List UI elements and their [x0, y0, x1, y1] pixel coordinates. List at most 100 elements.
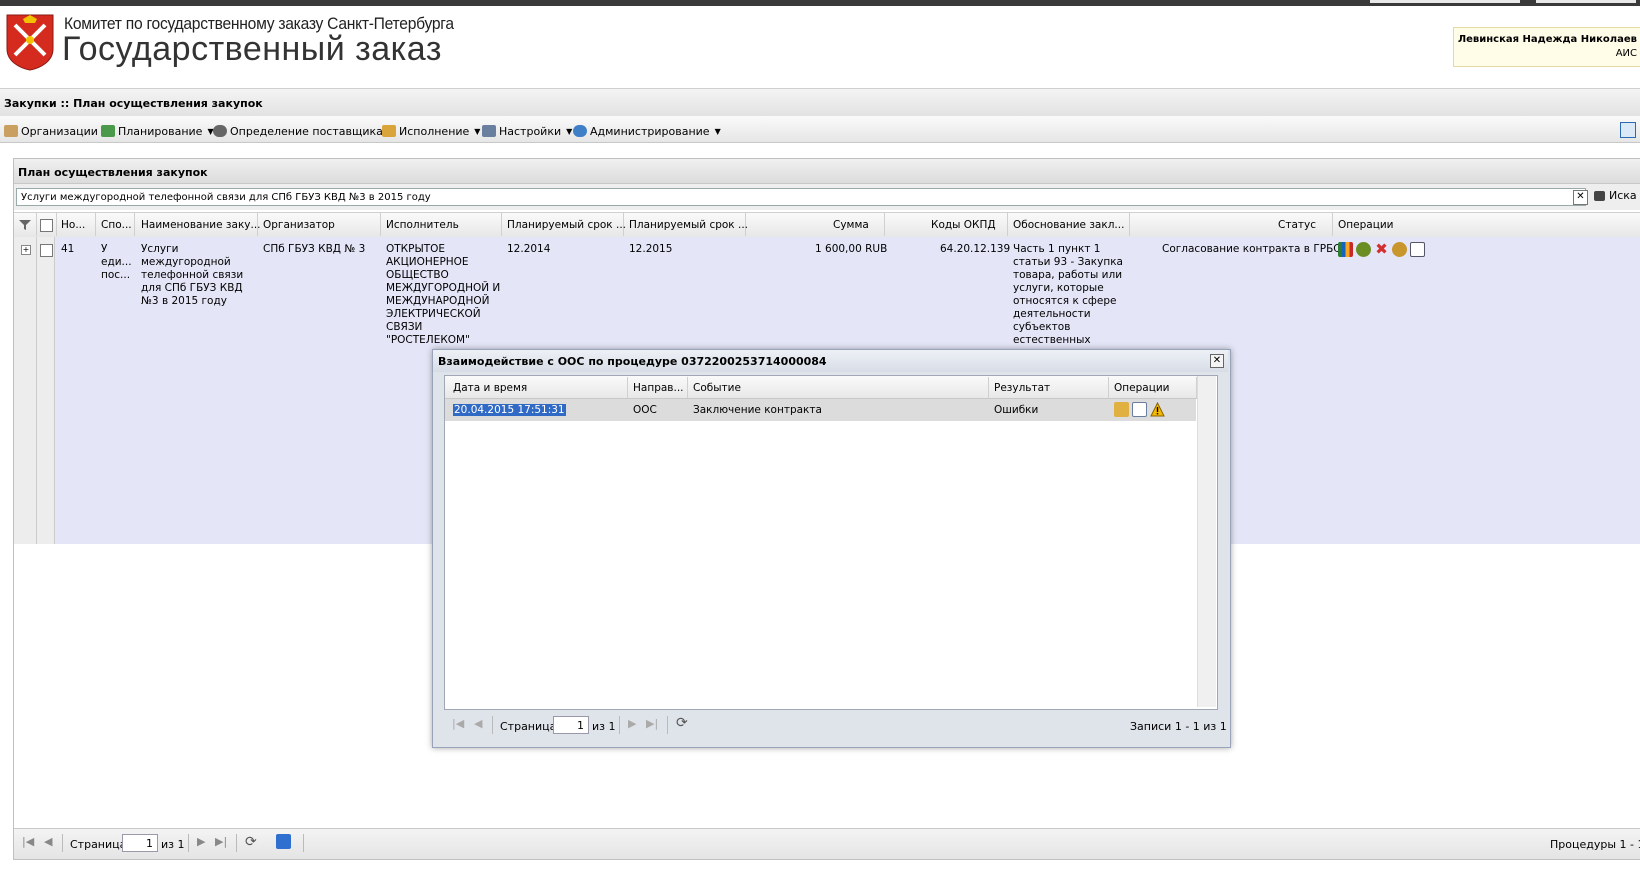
refresh-icon[interactable]: ⟳ — [676, 715, 688, 731]
menu-settings-label: Настройки — [499, 124, 562, 138]
pager-summary: Процедуры 1 - 1 и — [1550, 838, 1640, 851]
col-header-status[interactable]: Статус — [1278, 219, 1316, 231]
cell-name-line: Услуги — [141, 243, 179, 255]
search-button-label: Иска — [1609, 189, 1637, 202]
expand-icon[interactable]: + — [21, 245, 31, 255]
menu-planning[interactable]: Планирование ▼ — [101, 123, 214, 139]
modal-col-ops[interactable]: Операции — [1114, 382, 1169, 394]
col-header-plan-end[interactable]: Планируемый срок ... — [629, 219, 748, 231]
col-separator — [1332, 213, 1333, 236]
top-strip — [0, 0, 1640, 6]
close-icon[interactable]: ✕ — [1210, 354, 1224, 368]
pager-page-input[interactable] — [122, 834, 158, 852]
select-all-checkbox[interactable] — [40, 219, 53, 232]
cell-basis-line: естественных — [1013, 334, 1091, 346]
filter-icon[interactable] — [19, 219, 31, 231]
cell-operations: ✖ — [1338, 242, 1428, 257]
cell-organizer: СПб ГБУЗ КВД № 3 — [263, 243, 366, 255]
col-header-executor[interactable]: Исполнитель — [386, 219, 459, 231]
cell-executor-line: ОБЩЕСТВО — [386, 269, 449, 281]
delete-icon[interactable]: ✖ — [1374, 242, 1389, 257]
modal-title: Взаимодействие с ООС по процедуре 037220… — [438, 355, 827, 368]
search-button[interactable]: Иска — [1594, 189, 1637, 202]
menu-organizations[interactable]: Организации▼ — [4, 123, 109, 139]
modal-pager-of-label: из 1 — [592, 720, 616, 733]
row-checkbox[interactable] — [40, 244, 53, 257]
col-header-sum[interactable]: Сумма — [833, 219, 869, 231]
next-page-icon[interactable]: ▶ — [197, 835, 205, 848]
folder-icon — [4, 125, 18, 137]
emblem-icon[interactable] — [1392, 242, 1407, 257]
warning-icon[interactable] — [1150, 401, 1165, 417]
pager-separator — [619, 716, 620, 734]
pager-of-label: из 1 — [161, 838, 185, 851]
col-header-basis[interactable]: Обоснование закл... — [1013, 219, 1124, 231]
menu-organizations-label: Организации — [21, 124, 98, 138]
modal-col-datetime[interactable]: Дата и время — [453, 382, 527, 394]
last-page-icon[interactable]: ▶| — [646, 717, 658, 730]
prev-page-icon[interactable]: ◀ — [44, 835, 52, 848]
cell-basis: Часть 1 пункт 1 статьи 93 - Закупка това… — [1013, 243, 1123, 347]
col-separator — [627, 377, 628, 398]
modal-col-direction[interactable]: Направ... — [633, 382, 684, 394]
modal-grid-scrollbar[interactable] — [1197, 376, 1216, 707]
modal-cell-event: Заключение контракта — [693, 404, 822, 416]
clear-icon[interactable]: ✕ — [1573, 190, 1588, 205]
menu-settings[interactable]: Настройки ▼ — [482, 123, 572, 139]
pager-separator — [492, 716, 493, 734]
cell-method-line: У — [101, 243, 108, 255]
chart-icon[interactable] — [1338, 242, 1353, 257]
col-separator — [687, 377, 688, 398]
modal-col-result[interactable]: Результат — [994, 382, 1050, 394]
help-icon[interactable] — [1620, 122, 1636, 138]
menu-supplier[interactable]: Определение поставщика▼ — [213, 123, 394, 139]
modal-col-event[interactable]: Событие — [693, 382, 741, 394]
top-tab — [1370, 0, 1520, 3]
cell-method-line: еди... — [101, 256, 132, 268]
search-input[interactable] — [16, 188, 1586, 206]
last-page-icon[interactable]: ▶| — [215, 835, 227, 848]
document-edit-icon[interactable] — [1132, 402, 1147, 417]
cell-basis-line: относятся к сфере — [1013, 295, 1117, 307]
pager-separator — [667, 716, 668, 734]
cell-basis-line: статьи 93 - Закупка — [1013, 256, 1123, 268]
col-header-plan-start[interactable]: Планируемый срок ... — [507, 219, 626, 231]
col-header-num[interactable]: Но... — [61, 219, 85, 231]
user-role: АИС — [1615, 48, 1637, 59]
col-header-ops[interactable]: Операции — [1338, 219, 1393, 231]
next-page-icon[interactable]: ▶ — [628, 717, 636, 730]
spb-coat-of-arms-logo — [6, 14, 54, 71]
col-separator — [501, 213, 502, 236]
col-separator — [95, 213, 96, 236]
menu-execution[interactable]: Исполнение ▼ — [382, 123, 480, 139]
cell-name-line: для СПб ГБУЗ КВД — [141, 282, 243, 294]
col-header-method[interactable]: Спо... — [101, 219, 132, 231]
document-icon[interactable] — [1410, 242, 1425, 257]
refresh-icon[interactable]: ⟳ — [245, 834, 257, 850]
first-page-icon[interactable]: |◀ — [452, 717, 464, 730]
col-header-organizer[interactable]: Организатор — [263, 219, 335, 231]
cell-executor-line: МЕЖДУНАРОДНОЙ — [386, 295, 490, 307]
pager-separator — [236, 834, 237, 852]
row-gutter — [37, 237, 55, 544]
cell-okpd: 64.20.12.139 — [940, 243, 1011, 255]
cell-basis-line: субъектов — [1013, 321, 1071, 333]
top-tab — [1536, 0, 1636, 3]
panel-title: План осуществления закупок — [18, 166, 208, 179]
package-icon[interactable] — [1114, 402, 1129, 417]
prev-page-icon[interactable]: ◀ — [474, 717, 482, 730]
menu-admin[interactable]: Администрирование ▼ — [573, 123, 721, 139]
cell-basis-line: услуги, которые — [1013, 282, 1104, 294]
cell-executor-line: АКЦИОНЕРНОЕ — [386, 256, 469, 268]
modal-pager-page-input[interactable] — [553, 716, 589, 734]
save-icon[interactable] — [276, 834, 291, 849]
cell-basis-line: деятельности — [1013, 308, 1091, 320]
cell-executor-line: СВЯЗИ — [386, 321, 423, 333]
pager-separator — [62, 834, 63, 852]
grid-pager — [14, 828, 1640, 859]
cell-executor-line: "РОСТЕЛЕКОМ" — [386, 334, 470, 346]
col-header-okpd[interactable]: Коды ОКПД — [931, 219, 996, 231]
first-page-icon[interactable]: |◀ — [22, 835, 34, 848]
col-header-name[interactable]: Наименование заку... — [141, 219, 261, 231]
gear-icon[interactable] — [1356, 242, 1371, 257]
